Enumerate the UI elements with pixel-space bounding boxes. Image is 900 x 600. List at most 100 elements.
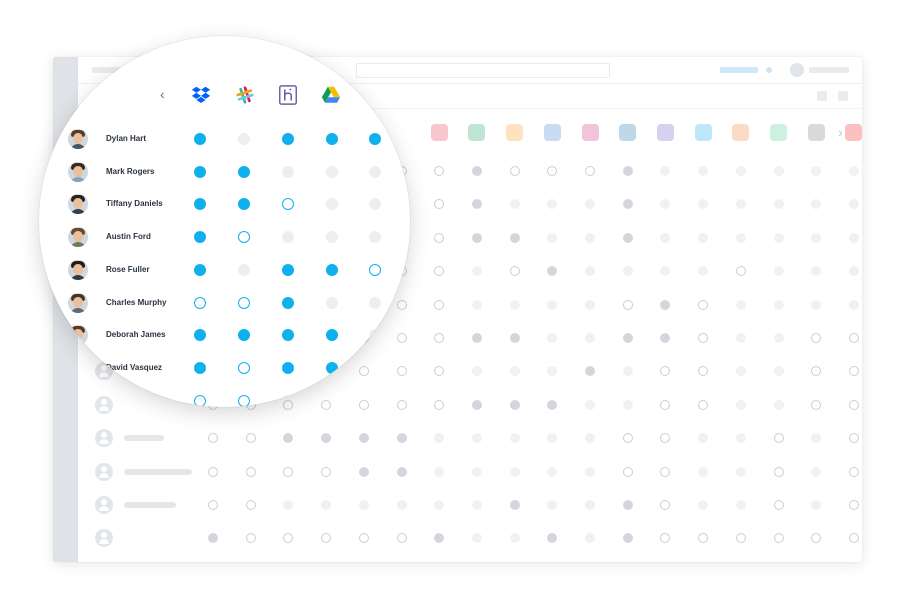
heroku-icon[interactable]	[277, 84, 299, 106]
access-toggle[interactable]	[698, 299, 709, 310]
access-toggle[interactable]	[471, 232, 482, 243]
access-toggle[interactable]	[194, 133, 206, 145]
access-toggle[interactable]	[509, 533, 520, 544]
access-toggle[interactable]	[811, 299, 822, 310]
access-toggle[interactable]	[245, 500, 256, 510]
access-toggle[interactable]	[773, 533, 784, 544]
app-bubble[interactable]	[581, 124, 599, 141]
access-toggle[interactable]	[245, 466, 256, 477]
access-toggle[interactable]	[283, 533, 294, 544]
access-toggle[interactable]	[509, 199, 520, 210]
access-toggle[interactable]	[547, 232, 558, 243]
access-toggle[interactable]	[547, 433, 558, 444]
access-toggle[interactable]	[194, 394, 206, 407]
access-toggle[interactable]	[622, 232, 633, 243]
access-toggle[interactable]	[811, 433, 822, 444]
access-toggle[interactable]	[238, 361, 250, 374]
access-toggle[interactable]	[208, 500, 218, 510]
access-toggle[interactable]	[698, 366, 709, 377]
access-toggle[interactable]	[811, 500, 822, 510]
access-toggle[interactable]	[735, 166, 746, 176]
access-toggle[interactable]	[509, 232, 520, 243]
access-toggle[interactable]	[660, 232, 671, 243]
access-toggle[interactable]	[282, 329, 294, 342]
access-toggle[interactable]	[585, 433, 595, 444]
access-toggle[interactable]	[660, 333, 671, 343]
access-toggle[interactable]	[735, 299, 746, 310]
access-toggle[interactable]	[358, 433, 369, 444]
access-toggle[interactable]	[735, 366, 746, 377]
access-toggle[interactable]	[698, 199, 709, 210]
access-toggle[interactable]	[735, 433, 746, 444]
toolbar-button-2[interactable]	[838, 91, 848, 101]
access-toggle[interactable]	[773, 299, 784, 310]
notification-dot[interactable]	[766, 67, 772, 73]
access-toggle[interactable]	[811, 399, 822, 410]
access-toggle[interactable]	[509, 366, 520, 377]
access-toggle[interactable]	[369, 133, 381, 145]
access-toggle[interactable]	[208, 533, 218, 544]
access-toggle[interactable]	[622, 266, 633, 277]
access-toggle[interactable]	[585, 266, 595, 277]
access-toggle[interactable]	[735, 232, 746, 243]
access-toggle[interactable]	[396, 533, 407, 544]
access-toggle[interactable]	[194, 231, 206, 244]
access-toggle[interactable]	[848, 466, 859, 477]
access-toggle[interactable]	[848, 500, 859, 510]
access-toggle[interactable]	[194, 198, 206, 211]
access-toggle[interactable]	[698, 232, 709, 243]
access-toggle[interactable]	[396, 433, 407, 444]
app-bubble[interactable]	[468, 124, 486, 141]
chevron-right-icon[interactable]: ›	[838, 124, 843, 140]
access-toggle[interactable]	[585, 500, 595, 510]
google-drive-icon[interactable]	[320, 84, 342, 106]
access-toggle[interactable]	[585, 466, 595, 477]
access-toggle[interactable]	[238, 165, 250, 178]
access-toggle[interactable]	[369, 329, 381, 342]
access-toggle[interactable]	[509, 399, 520, 410]
access-toggle[interactable]	[660, 433, 671, 444]
access-toggle[interactable]	[208, 466, 218, 477]
access-toggle[interactable]	[547, 299, 558, 310]
access-toggle[interactable]	[358, 500, 369, 510]
access-toggle[interactable]	[326, 263, 338, 276]
slack-icon[interactable]	[234, 84, 256, 106]
access-toggle[interactable]	[238, 263, 250, 276]
access-toggle[interactable]	[282, 296, 294, 309]
access-toggle[interactable]	[811, 333, 822, 343]
access-toggle[interactable]	[848, 366, 859, 377]
access-toggle[interactable]	[773, 433, 784, 444]
access-toggle[interactable]	[848, 433, 859, 444]
access-toggle[interactable]	[660, 466, 671, 477]
access-toggle[interactable]	[282, 394, 294, 407]
access-toggle[interactable]	[547, 399, 558, 410]
access-toggle[interactable]	[660, 299, 671, 310]
access-toggle[interactable]	[585, 166, 595, 176]
access-toggle[interactable]	[848, 166, 859, 176]
access-toggle[interactable]	[848, 399, 859, 410]
access-toggle[interactable]	[585, 366, 595, 377]
access-toggle[interactable]	[471, 333, 482, 343]
access-toggle[interactable]	[811, 466, 822, 477]
access-toggle[interactable]	[773, 500, 784, 510]
app-bubble[interactable]	[506, 124, 524, 141]
app-bubble[interactable]	[619, 124, 637, 141]
access-toggle[interactable]	[622, 533, 633, 544]
access-toggle[interactable]	[283, 433, 294, 444]
access-toggle[interactable]	[660, 199, 671, 210]
access-toggle[interactable]	[282, 165, 294, 178]
access-toggle[interactable]	[326, 133, 338, 145]
access-toggle[interactable]	[622, 299, 633, 310]
access-toggle[interactable]	[282, 361, 294, 374]
access-toggle[interactable]	[585, 399, 595, 410]
access-toggle[interactable]	[238, 133, 250, 145]
access-toggle[interactable]	[848, 299, 859, 310]
access-toggle[interactable]	[434, 333, 445, 343]
user-name-placeholder[interactable]	[809, 67, 849, 73]
access-toggle[interactable]	[509, 166, 520, 176]
access-toggle[interactable]	[321, 466, 332, 477]
access-toggle[interactable]	[283, 466, 294, 477]
access-toggle[interactable]	[698, 533, 709, 544]
access-toggle[interactable]	[434, 466, 445, 477]
access-toggle[interactable]	[660, 266, 671, 277]
